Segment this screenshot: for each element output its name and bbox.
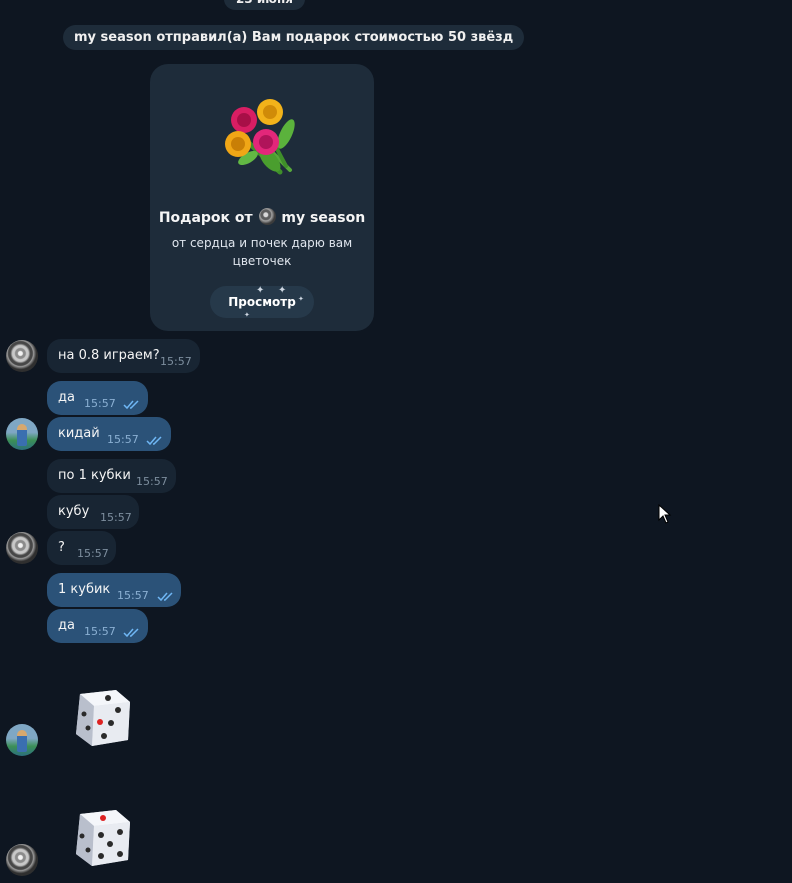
avatar-self[interactable]	[6, 724, 38, 756]
message-bubble-outgoing[interactable]: 1 кубик 15:57	[47, 573, 181, 607]
message-text: на 0.8 играем?	[58, 348, 160, 363]
sender-avatar-icon	[258, 208, 276, 225]
avatar-self[interactable]	[6, 418, 38, 450]
gift-message: от сердца и почек дарю вам цветочек	[171, 236, 353, 268]
message-time: 15:57	[107, 433, 139, 446]
read-ticks-icon	[123, 400, 139, 410]
gift-title: Подарок от my season	[150, 208, 374, 226]
avatar-my-season[interactable]	[6, 532, 38, 564]
message-time: 15:57	[84, 625, 116, 638]
read-ticks-icon	[157, 592, 173, 602]
message-bubble-outgoing[interactable]: да 15:57	[47, 609, 148, 643]
read-ticks-icon	[123, 628, 139, 638]
message-time: 15:57	[160, 355, 192, 368]
message-time: 15:57	[84, 397, 116, 410]
message-text: да	[58, 618, 75, 633]
message-text: кубу	[58, 504, 90, 519]
message-bubble-incoming[interactable]: по 1 кубки 15:57	[47, 459, 176, 493]
message-text: да	[58, 390, 75, 405]
message-time: 15:57	[117, 589, 149, 602]
message-text: ?	[58, 540, 65, 555]
gift-title-prefix: Подарок от	[158, 210, 253, 226]
flower-bouquet-icon	[225, 99, 295, 175]
message-bubble-incoming[interactable]: на 0.8 играем? 15:57	[47, 339, 200, 373]
read-ticks-icon	[146, 436, 162, 446]
dice-icon[interactable]	[70, 806, 134, 870]
sparkle-icon: ✦	[278, 285, 287, 296]
message-bubble-incoming[interactable]: кубу 15:57	[47, 495, 139, 529]
message-time: 15:57	[100, 511, 132, 524]
mouse-cursor-icon	[658, 504, 672, 524]
message-time: 15:57	[77, 547, 109, 560]
message-bubble-incoming[interactable]: ? 15:57	[47, 531, 116, 565]
avatar-my-season[interactable]	[6, 844, 38, 876]
avatar-my-season[interactable]	[6, 340, 38, 372]
message-text: 1 кубик	[58, 582, 111, 597]
message-bubble-outgoing[interactable]: да 15:57	[47, 381, 148, 415]
message-bubble-outgoing[interactable]: кидай 15:57	[47, 417, 171, 451]
gift-card[interactable]: Подарок от my season от сердца и почек д…	[150, 64, 374, 331]
gift-service-message: my season отправил(а) Вам подарок стоимо…	[63, 25, 525, 50]
message-text: кидай	[58, 426, 100, 441]
dice-icon[interactable]	[70, 686, 134, 750]
date-divider: 23 июня	[224, 0, 305, 10]
gift-sender-name: my season	[281, 210, 366, 226]
message-time: 15:57	[136, 475, 168, 488]
sparkle-icon: ✦	[256, 285, 265, 296]
message-text: по 1 кубки	[58, 468, 131, 483]
sparkle-icon: ✦	[298, 295, 304, 303]
sparkle-icon: ✦	[244, 311, 250, 319]
